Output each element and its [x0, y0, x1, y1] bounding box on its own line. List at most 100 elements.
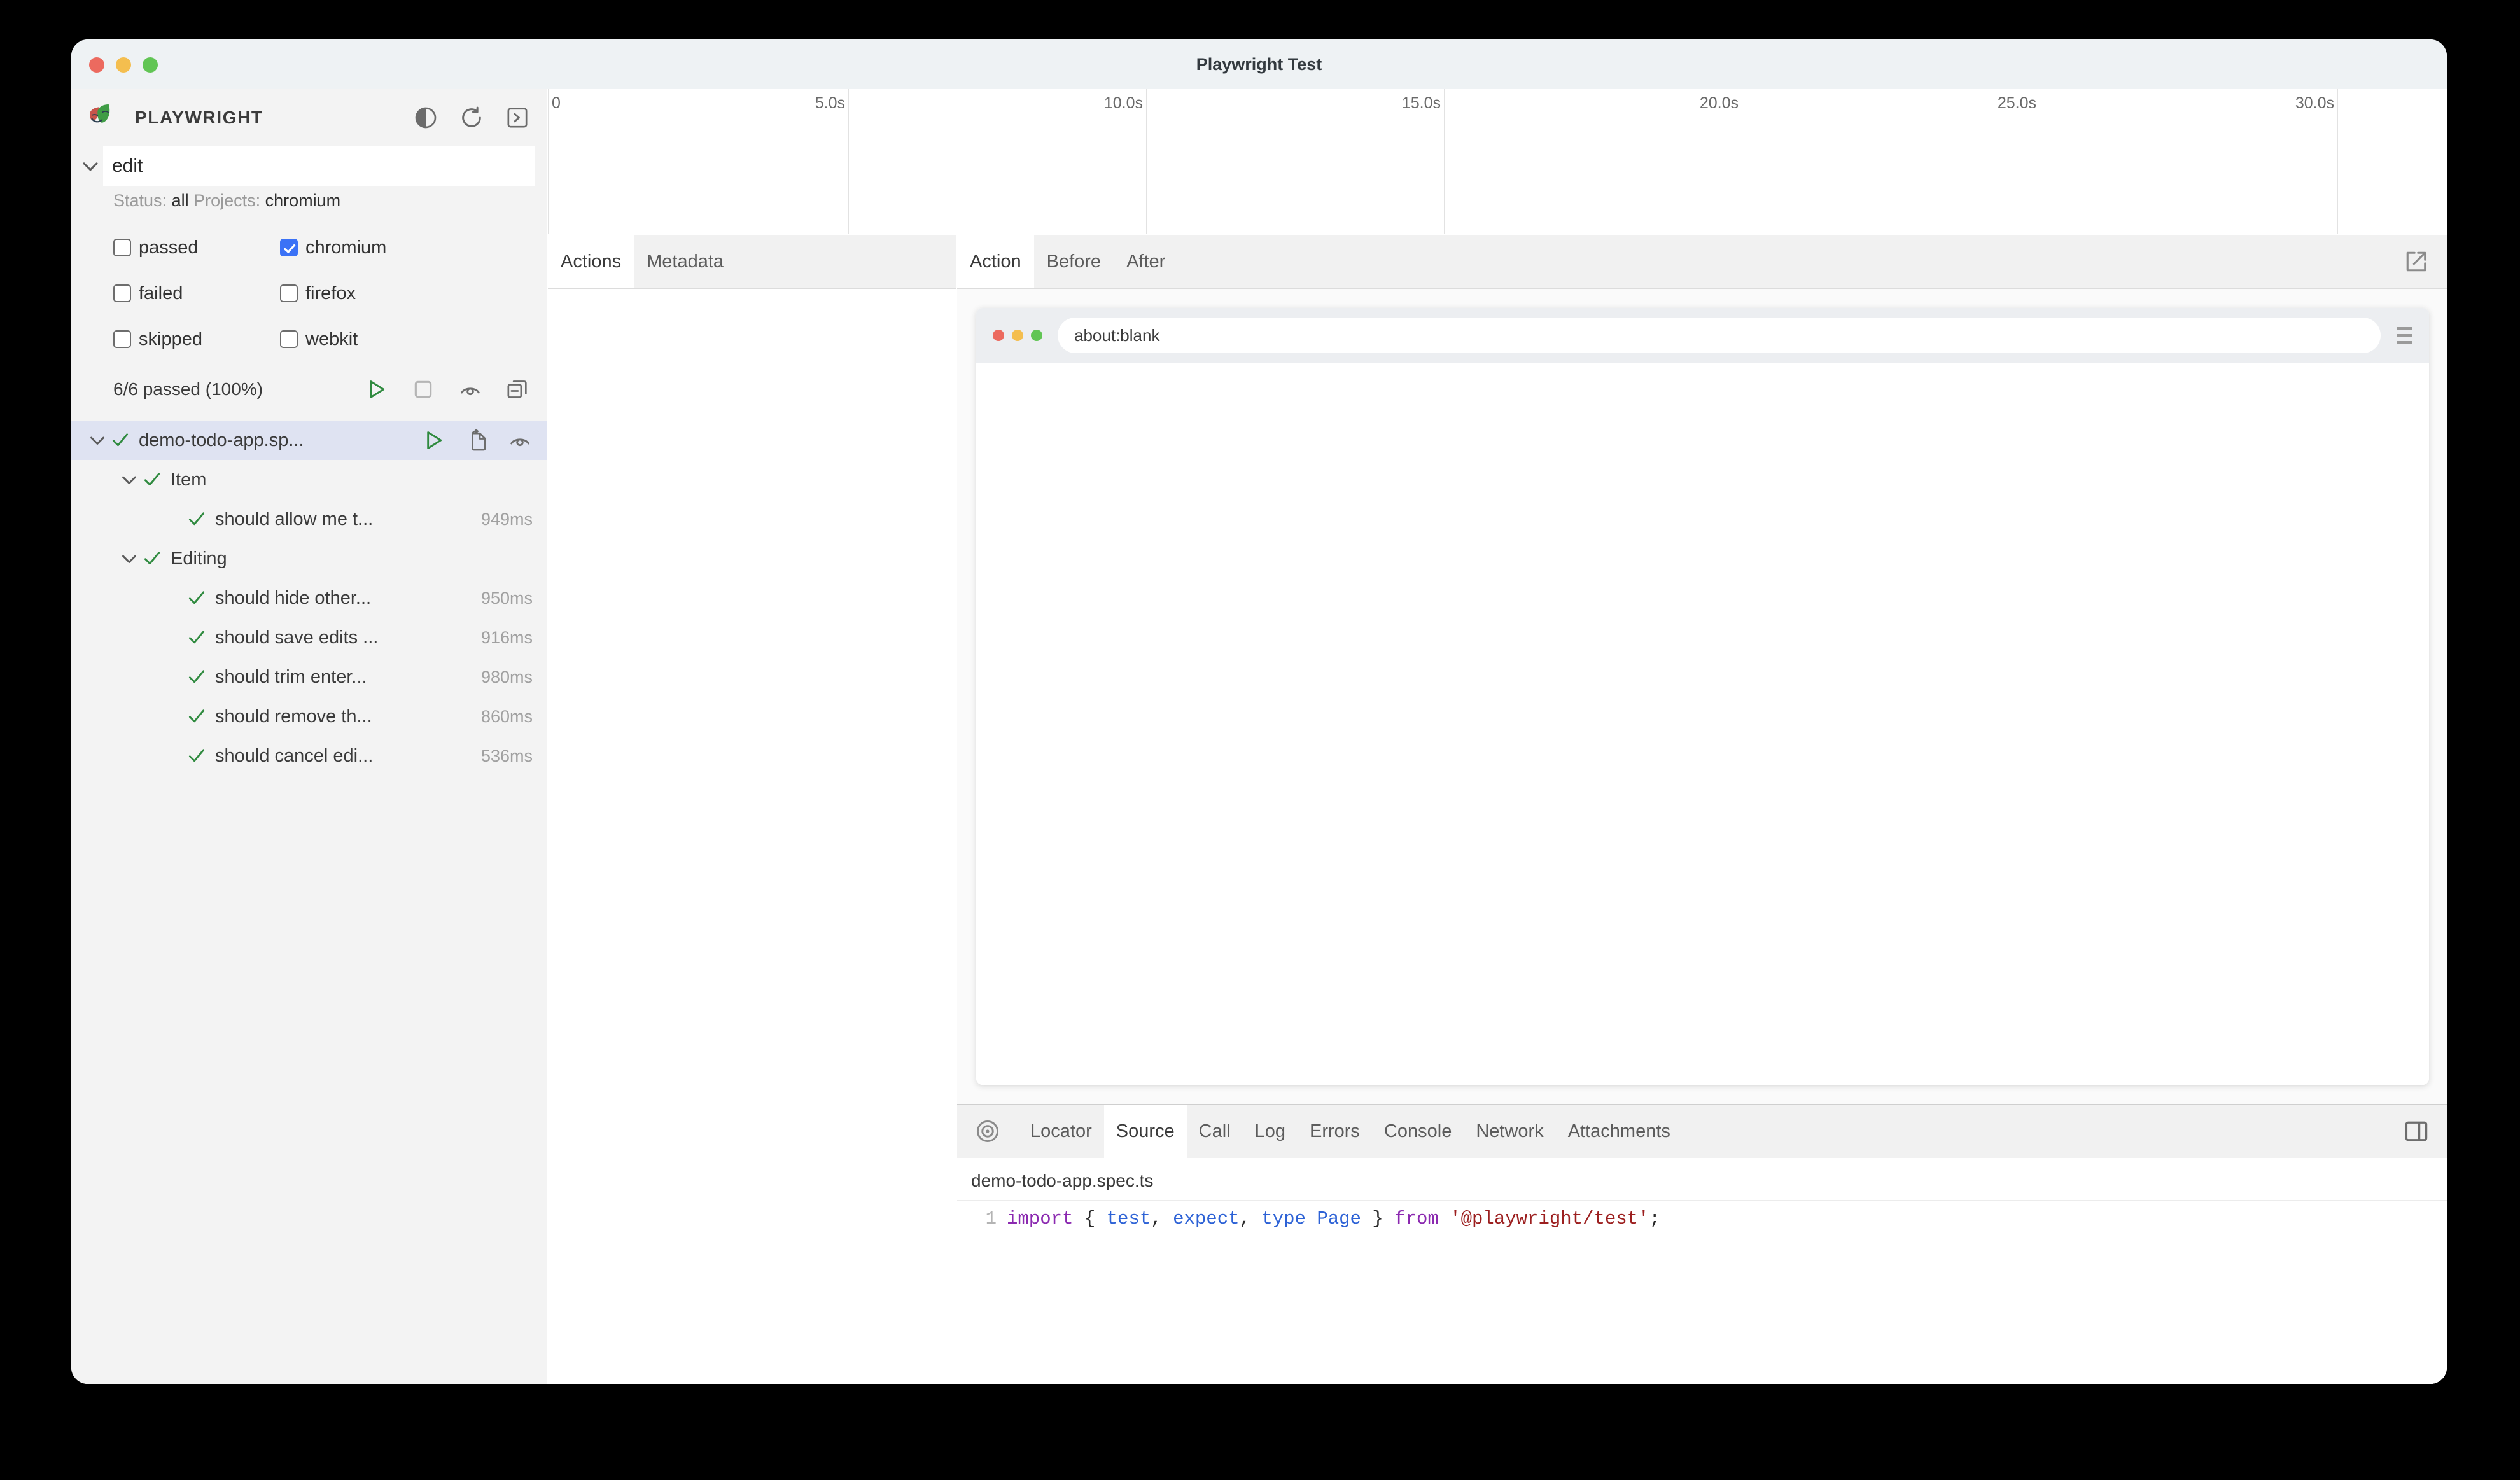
collapse-all-icon[interactable] — [505, 377, 530, 402]
filter-chromium[interactable]: chromium — [280, 225, 447, 270]
tree-item-duration: 860ms — [480, 706, 533, 726]
search-row — [71, 146, 547, 186]
checkbox-failed[interactable] — [113, 284, 131, 302]
filter-webkit[interactable]: webkit — [280, 316, 447, 362]
tree-group-editing[interactable]: Editing — [71, 539, 547, 578]
tree-test-row[interactable]: should hide other... 950ms — [71, 578, 547, 618]
tabbar-spacer — [736, 235, 956, 288]
chevron-down-icon[interactable] — [78, 153, 103, 179]
tab-after[interactable]: After — [1114, 235, 1178, 288]
chevron-down-icon[interactable] — [117, 547, 141, 571]
open-external-button[interactable] — [2386, 235, 2447, 288]
chevron-down-icon[interactable] — [85, 428, 109, 452]
tab-metadata[interactable]: Metadata — [634, 235, 736, 288]
playwright-test-window: Playwright Test PLAYWRIGHT edit Status: … — [71, 39, 2447, 1384]
timeline-ruler[interactable]: 0 5.0s 10.0s 15.0s 20.0s 25.0s 30.0s — [548, 89, 2447, 234]
code-token-plain: } — [1361, 1208, 1395, 1229]
watch-eye-icon[interactable] — [458, 377, 483, 402]
tree-test-row[interactable]: should remove th... 860ms — [71, 697, 547, 736]
snapshot-browser-chrome: about:blank — [976, 308, 2429, 363]
filter-passed[interactable]: passed — [113, 225, 280, 270]
filter-checkboxes: passed failed skipped chromium firefox w… — [71, 211, 547, 362]
checkbox-passed[interactable] — [113, 239, 131, 256]
project-filter-column: chromium firefox webkit — [280, 225, 447, 362]
code-token-identifier: type — [1261, 1208, 1306, 1229]
checkbox-webkit[interactable] — [280, 330, 298, 348]
tab-source[interactable]: Source — [1103, 1105, 1187, 1158]
code-token-plain: , — [1239, 1208, 1262, 1229]
stop-icon[interactable] — [410, 377, 436, 402]
snapshot-minimize-dot — [1012, 330, 1023, 341]
tree-item-duration: 949ms — [480, 509, 533, 529]
snapshot-url-bar[interactable]: about:blank — [1058, 318, 2381, 353]
check-passed-icon — [188, 591, 205, 604]
tab-actions[interactable]: Actions — [548, 235, 634, 288]
snapshot-area: about:blank — [957, 289, 2447, 1104]
desktop-background: Playwright Test PLAYWRIGHT edit Status: … — [0, 0, 2520, 1480]
code-token-plain: , — [1151, 1208, 1173, 1229]
tab-attachments[interactable]: Attachments — [1556, 1105, 1683, 1158]
code-token-keyword: import — [1007, 1208, 1074, 1229]
run-icon[interactable] — [421, 428, 446, 453]
open-external-icon[interactable] — [2402, 248, 2430, 276]
tab-log[interactable]: Log — [1243, 1105, 1298, 1158]
checkbox-skipped[interactable] — [113, 330, 131, 348]
tab-call[interactable]: Call — [1187, 1105, 1243, 1158]
tree-item-label: should cancel edi... — [215, 745, 374, 766]
split-pane-button[interactable] — [2386, 1105, 2447, 1158]
check-passed-icon — [188, 512, 205, 526]
snapshot-browser-frame: about:blank — [976, 308, 2429, 1085]
tree-test-row[interactable]: should allow me t... 949ms — [71, 499, 547, 539]
checkbox-firefox[interactable] — [280, 284, 298, 302]
bottom-tool-pane: Locator Source Call Log Errors Console N… — [957, 1104, 2447, 1384]
tab-action[interactable]: Action — [957, 235, 1034, 288]
pick-locator-button[interactable] — [957, 1105, 1018, 1158]
tree-item-label: should save edits ... — [215, 627, 379, 648]
selector-target-icon[interactable] — [974, 1117, 1002, 1145]
tree-group-item[interactable]: Item — [71, 460, 547, 499]
sidebar-header: PLAYWRIGHT — [71, 89, 547, 146]
tree-item-duration: 916ms — [480, 627, 533, 647]
tree-test-row[interactable]: should save edits ... 916ms — [71, 618, 547, 657]
chevron-down-icon[interactable] — [117, 468, 141, 492]
copy-file-icon[interactable] — [464, 428, 489, 453]
filter-failed[interactable]: failed — [113, 270, 280, 316]
filter-summary: Status: all Projects: chromium — [71, 186, 547, 211]
window-titlebar: Playwright Test — [71, 39, 2447, 90]
check-passed-icon — [188, 709, 205, 723]
tab-errors[interactable]: Errors — [1298, 1105, 1372, 1158]
terminal-icon[interactable] — [505, 105, 530, 130]
filter-status-value: all — [171, 191, 189, 210]
hamburger-icon[interactable] — [2397, 326, 2412, 344]
reload-icon[interactable] — [459, 105, 484, 130]
tab-network[interactable]: Network — [1464, 1105, 1555, 1158]
snapshot-url-text: about:blank — [1074, 325, 1160, 345]
tree-test-row[interactable]: should cancel edi... 536ms — [71, 736, 547, 776]
code-token-identifier: expect — [1173, 1208, 1240, 1229]
tab-before[interactable]: Before — [1034, 235, 1114, 288]
brand-label: PLAYWRIGHT — [135, 108, 263, 127]
check-passed-icon — [188, 631, 205, 644]
filter-firefox[interactable]: firefox — [280, 270, 447, 316]
run-icon[interactable] — [363, 377, 389, 402]
filter-skipped[interactable]: skipped — [113, 316, 280, 362]
split-pane-icon[interactable] — [2402, 1117, 2430, 1145]
tab-console[interactable]: Console — [1372, 1105, 1464, 1158]
source-file-name: demo-todo-app.spec.ts — [971, 1171, 1154, 1190]
tab-locator[interactable]: Locator — [1018, 1105, 1104, 1158]
timeline-tick-label: 30.0s — [2295, 94, 2334, 112]
tree-item-spec-file[interactable]: demo-todo-app.sp... — [71, 421, 547, 460]
timeline-tick-label: 20.0s — [1699, 94, 1739, 112]
watch-eye-icon[interactable] — [507, 428, 533, 453]
filter-webkit-label: webkit — [305, 328, 358, 349]
tree-item-label: should hide other... — [215, 587, 372, 608]
tree-item-duration: 536ms — [480, 746, 533, 765]
pass-count-label: 6/6 passed (100%) — [113, 379, 263, 399]
tree-item-label: should remove th... — [215, 706, 372, 727]
timeline-tick-label: 0 — [552, 94, 561, 112]
tree-test-row[interactable]: should trim enter... 980ms — [71, 657, 547, 697]
search-input[interactable] — [103, 146, 535, 186]
checkbox-chromium[interactable] — [280, 239, 298, 256]
theme-toggle-icon[interactable] — [413, 105, 438, 130]
